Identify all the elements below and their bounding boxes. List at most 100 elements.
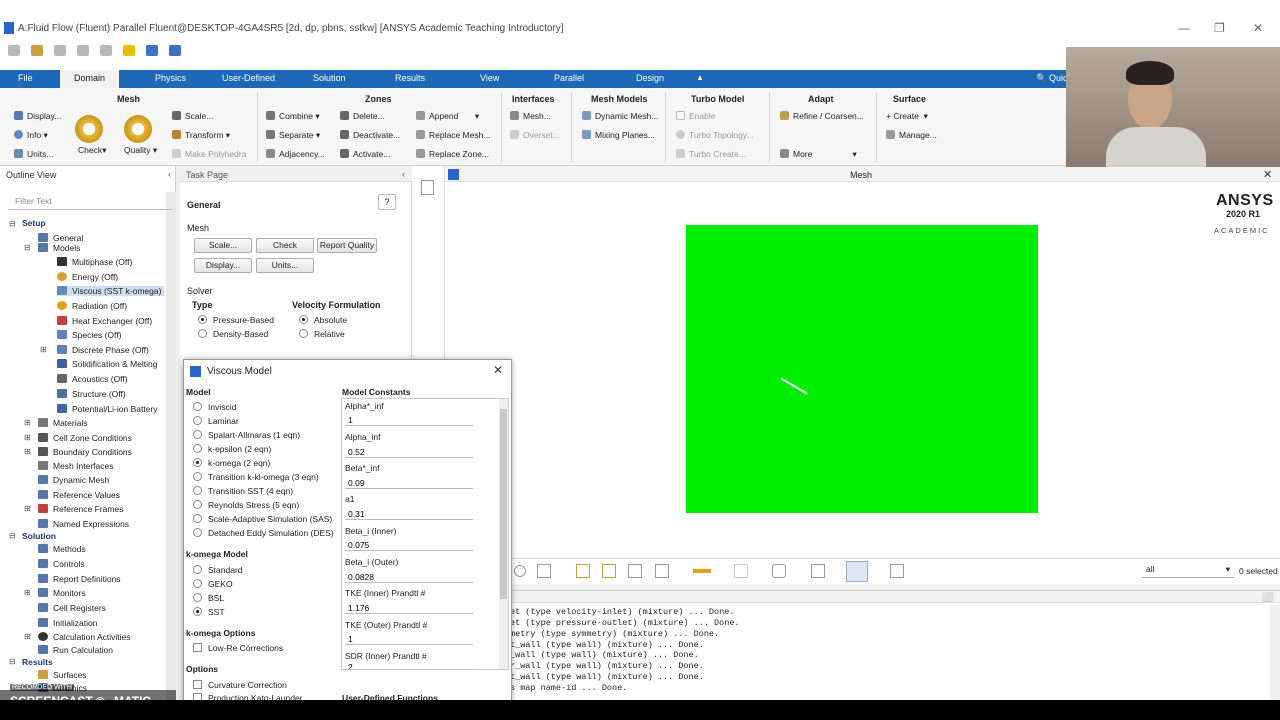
expand-toggle[interactable]: ⊞ <box>24 504 31 513</box>
mesh-display-button[interactable]: Display... <box>14 111 61 121</box>
mesh-info-button[interactable]: Info ▾ <box>14 130 48 141</box>
outline-scrollbar[interactable] <box>166 192 176 700</box>
view-icon[interactable] <box>772 564 786 578</box>
low-re-checkbox[interactable]: Low-Re Corrections <box>193 643 283 653</box>
turbo-topology-button[interactable]: Turbo Topology... <box>676 130 754 140</box>
undo-icon[interactable] <box>77 45 89 56</box>
scale-button[interactable]: Scale... <box>194 238 252 253</box>
expand-toggle[interactable]: ⊟ <box>9 657 16 666</box>
turbo-create-button[interactable]: Turbo Create... <box>676 149 746 159</box>
tree-solidification[interactable]: Solidification & Melting <box>57 359 158 369</box>
tab-user-defined[interactable]: User-Defined <box>222 73 275 83</box>
tree-reference-values[interactable]: Reference Values <box>38 490 120 500</box>
density-based-radio[interactable]: Density-Based <box>198 329 268 339</box>
transition-sst-radio[interactable]: Transition SST (4 eqn) <box>193 486 293 496</box>
expand-toggle[interactable]: ⊞ <box>24 588 31 597</box>
report-icon[interactable] <box>890 564 904 578</box>
tree-radiation[interactable]: Radiation (Off) <box>57 301 127 311</box>
zoom-out-icon[interactable] <box>602 564 616 578</box>
select-icon[interactable] <box>734 564 748 578</box>
expand-toggle[interactable]: ⊞ <box>24 447 31 456</box>
tab-physics[interactable]: Physics <box>155 73 186 83</box>
spalart-allmaras-radio[interactable]: Spalart-Allmaras (1 eqn) <box>193 430 300 440</box>
overset-button[interactable]: Overset... <box>510 130 560 140</box>
tree-energy[interactable]: Energy (Off) <box>57 272 118 282</box>
surface-create-button[interactable]: + Create ▾ <box>886 111 928 122</box>
beta-i-outer-input[interactable] <box>345 571 473 583</box>
mesh-units-button[interactable]: Units... <box>14 149 53 159</box>
tab-design[interactable]: Design <box>636 73 664 83</box>
tree-acoustics[interactable]: Acoustics (Off) <box>57 374 128 384</box>
k-epsilon-radio[interactable]: k-epsilon (2 eqn) <box>193 444 271 454</box>
sdr-inner-input[interactable] <box>345 664 473 670</box>
mixing-planes-button[interactable]: Mixing Planes... <box>582 130 655 140</box>
tree-setup[interactable]: Setup <box>22 218 46 228</box>
activate-button[interactable]: Activate... <box>340 149 390 159</box>
tree-named-expressions[interactable]: Named Expressions <box>38 519 129 529</box>
tree-cell-registers[interactable]: Cell Registers <box>38 603 106 613</box>
beta-star-inf-input[interactable] <box>345 477 473 489</box>
fit-icon[interactable] <box>628 564 642 578</box>
adjacency-button[interactable]: Adjacency... <box>266 149 325 159</box>
laminar-radio[interactable]: Laminar <box>193 416 239 426</box>
sas-radio[interactable]: Scale-Adaptive Simulation (SAS) <box>193 514 332 524</box>
tree-monitors[interactable]: Monitors <box>38 588 86 598</box>
mesh-transform-button[interactable]: Transform ▾ <box>172 130 230 141</box>
open-icon[interactable] <box>31 45 43 56</box>
beta-i-inner-input[interactable] <box>345 539 473 551</box>
probe-icon[interactable] <box>693 569 711 573</box>
a1-input[interactable] <box>345 508 473 520</box>
filter-input[interactable]: Filter Text <box>8 194 172 210</box>
check-button[interactable]: Check <box>256 238 314 253</box>
expand-toggle[interactable]: ⊞ <box>24 418 31 427</box>
tree-results[interactable]: Results <box>22 657 53 667</box>
tree-multiphase[interactable]: Multiphase (Off) <box>57 257 132 267</box>
pan-icon[interactable] <box>655 564 669 578</box>
zoom-icon[interactable] <box>514 565 526 577</box>
tree-cell-zone-conditions[interactable]: Cell Zone Conditions <box>38 433 132 443</box>
help-icon[interactable]: ? <box>378 194 396 210</box>
tab-file[interactable]: File <box>18 73 33 83</box>
delete-button[interactable]: Delete... <box>340 111 385 121</box>
expand-toggle[interactable]: ⊟ <box>9 531 16 540</box>
expand-toggle[interactable]: ⊞ <box>40 345 47 354</box>
tree-surfaces[interactable]: Surfaces <box>38 670 87 680</box>
turbo-enable-checkbox[interactable]: Enable <box>676 111 715 121</box>
tree-controls[interactable]: Controls <box>38 559 85 569</box>
redo-icon[interactable] <box>100 45 112 56</box>
tree-mesh-interfaces[interactable]: Mesh Interfaces <box>38 461 113 471</box>
zone-select[interactable]: all ▾ <box>1142 564 1234 578</box>
new-icon[interactable] <box>8 45 20 56</box>
sst-radio[interactable]: SST <box>193 607 225 617</box>
graphics-window[interactable]: Mesh ✕ ANSYS 2020 R1 ACADEMIC <box>445 166 1280 560</box>
search-icon[interactable]: 🔍 <box>1036 73 1047 84</box>
separate-button[interactable]: Separate ▾ <box>266 130 320 141</box>
tree-materials[interactable]: Materials <box>38 418 87 428</box>
tke-outer-input[interactable] <box>345 633 473 645</box>
alpha-star-inf-input[interactable] <box>345 414 473 426</box>
append-button[interactable]: Append ▾ <box>416 111 479 122</box>
k-omega-radio[interactable]: k-omega (2 eqn) <box>193 458 270 468</box>
adapt-more-button[interactable]: More ▾ <box>780 149 857 160</box>
grid-icon[interactable] <box>169 45 181 56</box>
geko-radio[interactable]: GEKO <box>193 579 233 589</box>
report-quality-button[interactable]: Report Quality <box>317 238 377 253</box>
tab-solution[interactable]: Solution <box>313 73 346 83</box>
tree-boundary-conditions[interactable]: Boundary Conditions <box>38 447 132 457</box>
absolute-radio[interactable]: Absolute <box>299 315 347 325</box>
pressure-based-radio[interactable]: Pressure-Based <box>198 315 274 325</box>
replace-zone-button[interactable]: Replace Zone... <box>416 149 489 159</box>
console-scrollbar[interactable] <box>1270 605 1280 701</box>
deactivate-button[interactable]: Deactivate... <box>340 130 400 140</box>
bsl-radio[interactable]: BSL <box>193 593 224 603</box>
collapse-panel-icon[interactable]: ‹ <box>168 169 171 179</box>
tree-battery[interactable]: Potential/Li-ion Battery <box>57 404 165 414</box>
tab-view[interactable]: View <box>480 73 499 83</box>
make-polyhedra-button[interactable]: Make Polyhedra <box>172 149 246 159</box>
tree-species[interactable]: Species (Off) <box>57 330 121 340</box>
constants-scrollbar[interactable] <box>499 399 508 669</box>
console[interactable]: ⬜ et (type velocity-inlet) (mixture) ...… <box>510 590 1280 701</box>
tab-parallel[interactable]: Parallel <box>554 73 584 83</box>
tree-methods[interactable]: Methods <box>38 544 86 554</box>
refine-coarsen-button[interactable]: Refine / Coarsen... <box>780 111 864 121</box>
